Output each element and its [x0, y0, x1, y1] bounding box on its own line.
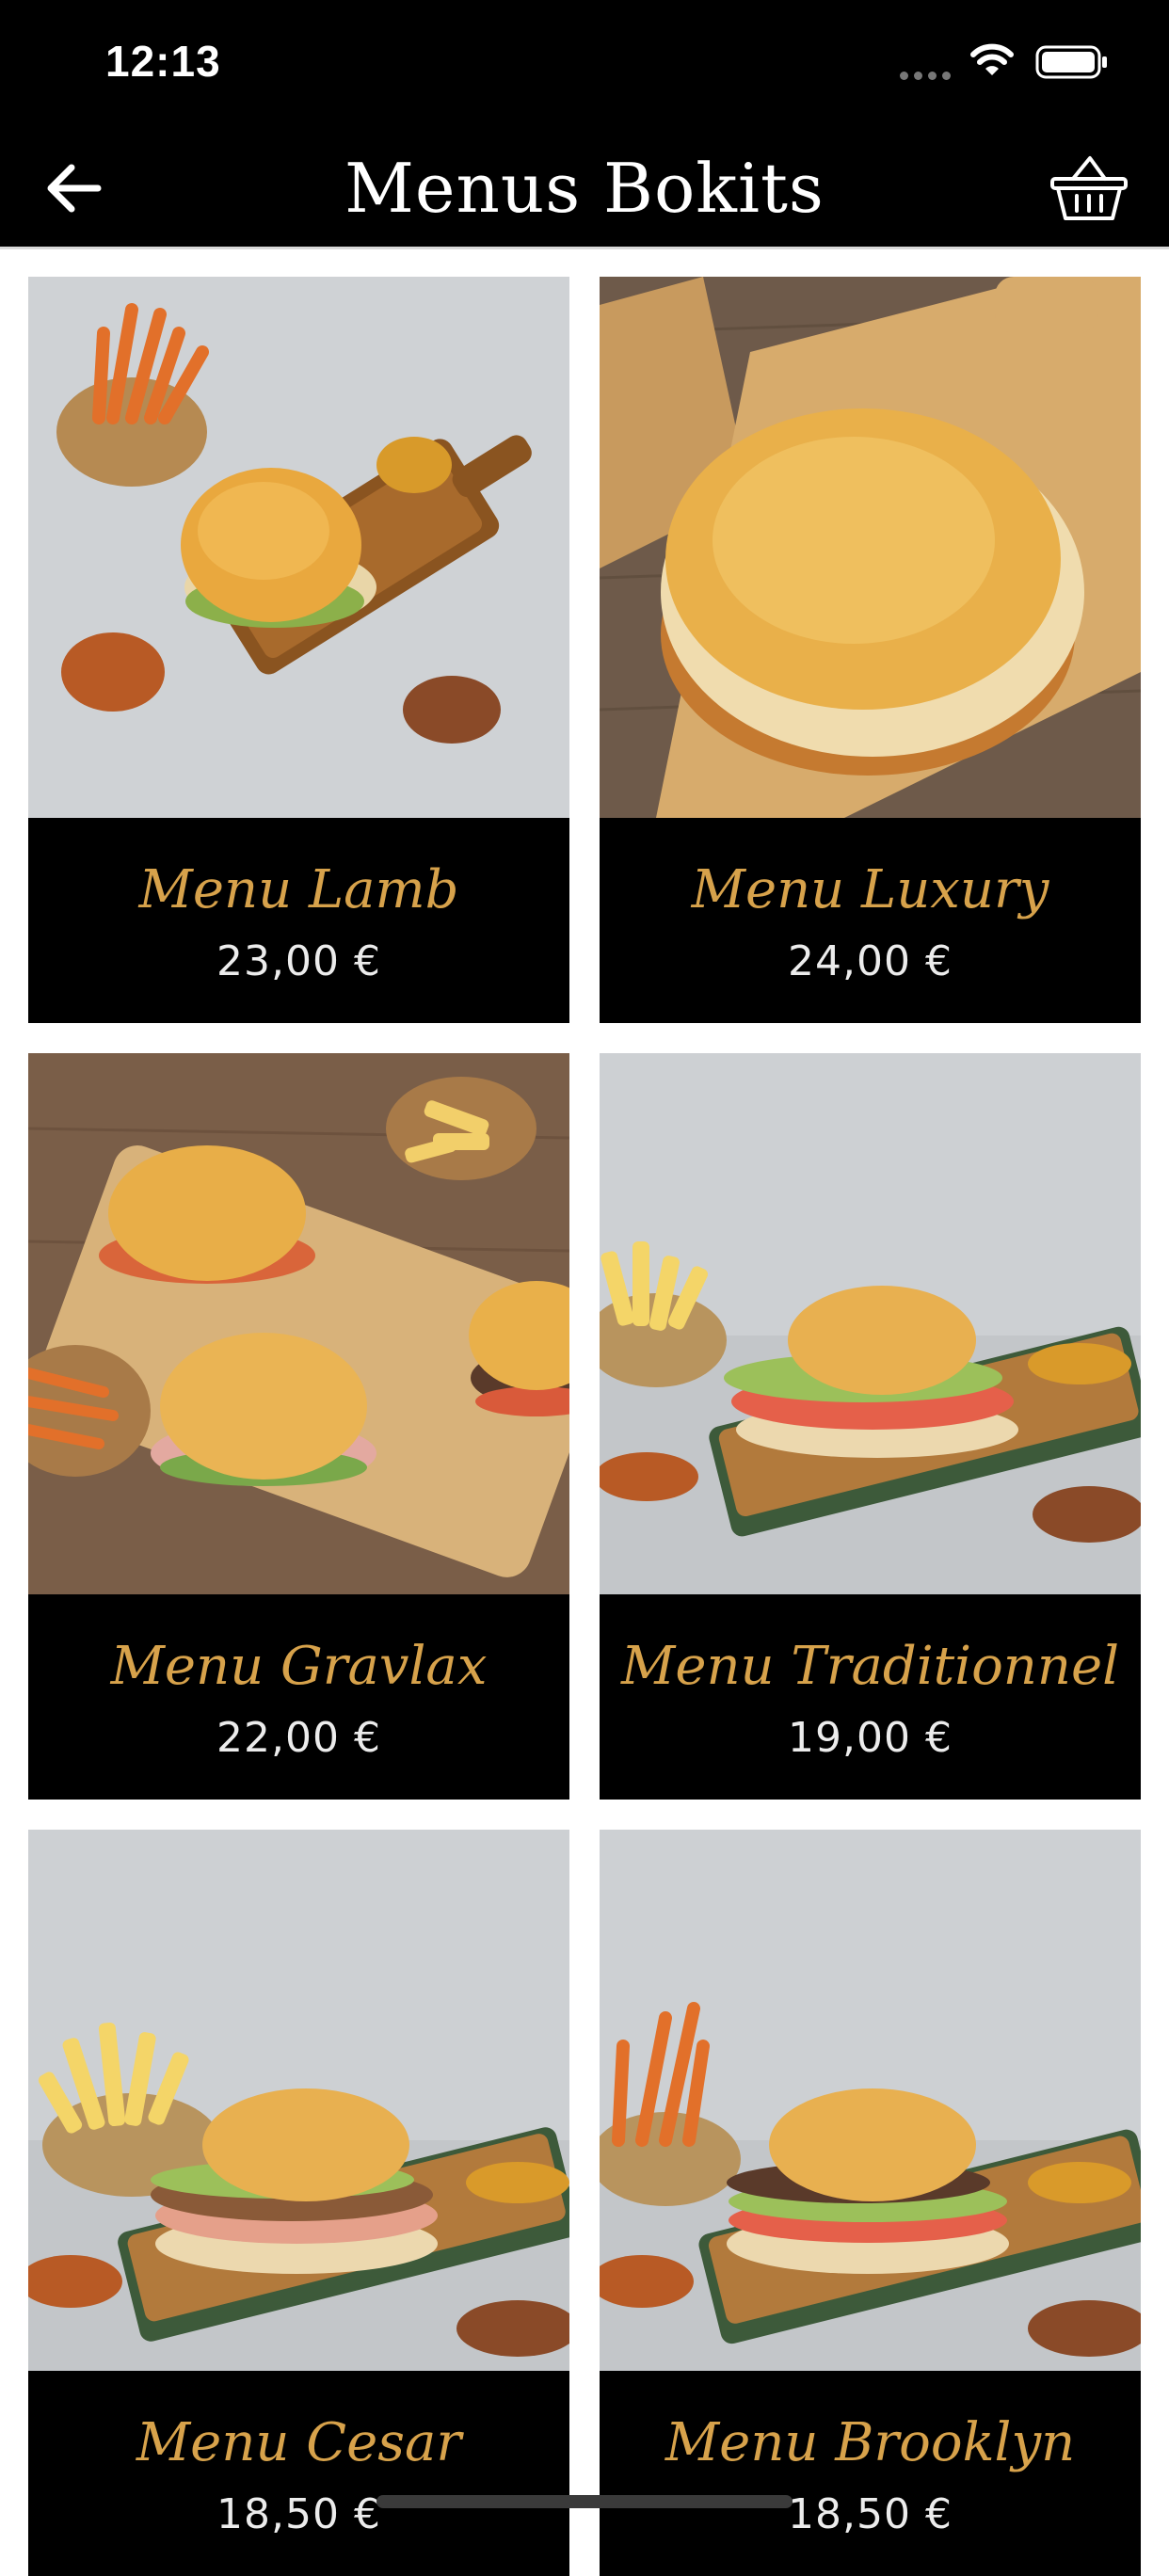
- menu-card-traditionnel[interactable]: Menu Traditionnel 19,00 €: [600, 1053, 1141, 1800]
- menu-card-gravlax[interactable]: Menu Gravlax 22,00 €: [28, 1053, 569, 1800]
- menu-price: 22,00 €: [216, 1714, 381, 1762]
- menu-name: Menu Traditionnel: [621, 1636, 1119, 1697]
- menu-info: Menu Traditionnel 19,00 €: [600, 1594, 1141, 1800]
- page-title: Menus Bokits: [344, 149, 825, 228]
- menu-photo: [600, 1830, 1141, 2371]
- menu-name: Menu Brooklyn: [665, 2412, 1076, 2473]
- menu-name: Menu Lamb: [138, 859, 459, 920]
- menu-photo: [28, 1053, 569, 1594]
- menu-card-cesar[interactable]: Menu Cesar 18,50 €: [28, 1830, 569, 2576]
- home-indicator[interactable]: [376, 2495, 793, 2508]
- menu-info: Menu Lamb 23,00 €: [28, 818, 569, 1023]
- menu-name: Menu Luxury: [691, 859, 1049, 920]
- menu-name: Menu Gravlax: [110, 1636, 488, 1697]
- menu-photo: [28, 1830, 569, 2371]
- status-bar: 12:13: [0, 0, 1169, 132]
- menu-card-luxury[interactable]: Menu Luxury 24,00 €: [600, 277, 1141, 1023]
- menu-info: Menu Brooklyn 18,50 €: [600, 2371, 1141, 2576]
- menu-info: Menu Luxury 24,00 €: [600, 818, 1141, 1023]
- menu-grid: Menu Lamb 23,00 € Menu Luxury 24,00 € Me…: [28, 277, 1141, 2576]
- menu-photo: [600, 277, 1141, 818]
- menu-info: Menu Gravlax 22,00 €: [28, 1594, 569, 1800]
- menu-name: Menu Cesar: [136, 2412, 462, 2473]
- menu-price: 24,00 €: [788, 937, 953, 985]
- menu-photo: [600, 1053, 1141, 1594]
- wifi-icon: [970, 43, 1014, 75]
- cellular-signal-icon: [900, 72, 951, 80]
- battery-icon: [1035, 45, 1107, 79]
- basket-icon[interactable]: [1049, 152, 1129, 224]
- menu-info: Menu Cesar 18,50 €: [28, 2371, 569, 2576]
- menu-card-lamb[interactable]: Menu Lamb 23,00 €: [28, 277, 569, 1023]
- nav-bar: Menus Bokits: [0, 132, 1169, 249]
- menu-price: 19,00 €: [788, 1714, 953, 1762]
- menu-price: 23,00 €: [216, 937, 381, 985]
- menu-photo: [28, 277, 569, 818]
- status-time: 12:13: [105, 37, 221, 86]
- menu-card-brooklyn[interactable]: Menu Brooklyn 18,50 €: [600, 1830, 1141, 2576]
